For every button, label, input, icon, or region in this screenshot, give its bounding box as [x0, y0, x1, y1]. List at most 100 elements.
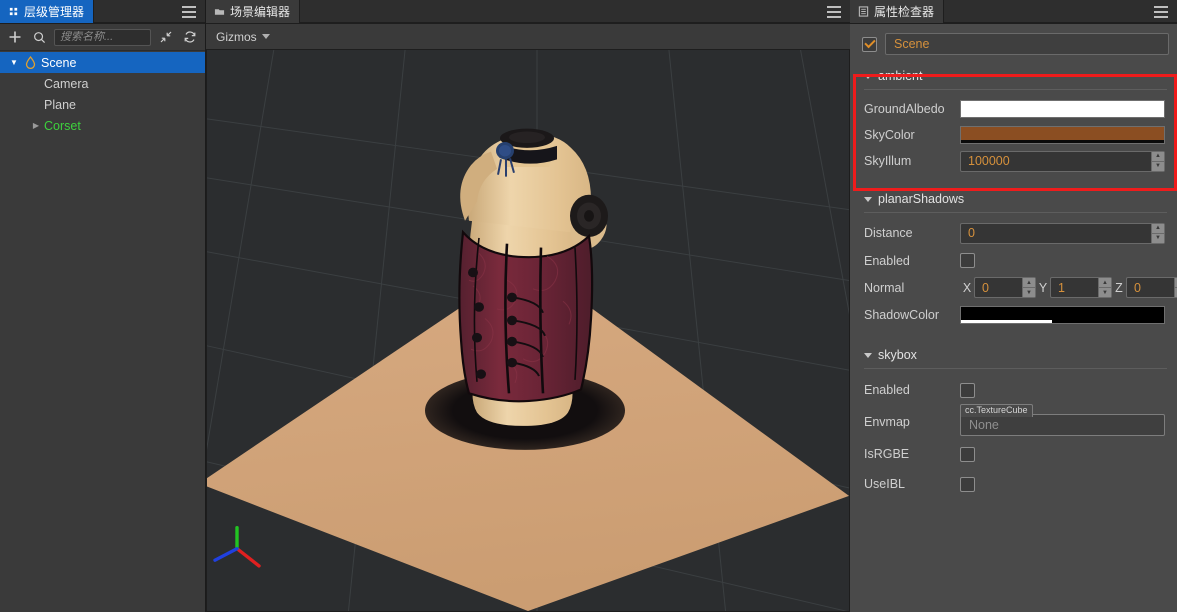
- node-enabled-checkbox[interactable]: [862, 36, 877, 52]
- tab-hierarchy[interactable]: 层级管理器: [0, 0, 95, 23]
- property-label: Normal: [864, 280, 905, 295]
- divider: [864, 89, 1167, 90]
- stepper-down-icon[interactable]: ▼: [1152, 162, 1164, 171]
- inspector-panel: 属性检查器 Scene ambient GroundAlbedo SkyColo…: [850, 0, 1177, 612]
- tree-item-corset[interactable]: ▶ Corset: [0, 115, 205, 136]
- node-name-input[interactable]: Scene: [885, 33, 1169, 55]
- chevron-down-icon: [864, 73, 872, 79]
- tab-scene-editor[interactable]: 场景编辑器: [206, 0, 301, 23]
- property-label: ShadowColor: [864, 308, 940, 322]
- sky-color-swatch[interactable]: [960, 126, 1165, 144]
- collapse-all-icon[interactable]: [157, 28, 175, 46]
- property-label: Enabled: [864, 383, 910, 397]
- property-sky-color: SkyColor: [862, 122, 1173, 148]
- tree-item-label: Plane: [44, 97, 76, 112]
- section-ambient-header[interactable]: ambient: [862, 64, 1173, 88]
- property-shadow-color: ShadowColor: [862, 301, 1173, 329]
- chevron-down-icon: [864, 196, 872, 202]
- search-input[interactable]: [60, 31, 145, 43]
- tab-inspector[interactable]: 属性检查器: [850, 0, 945, 23]
- sky-illum-value: 100000: [968, 154, 1010, 168]
- section-skybox: skybox Enabled Envmap cc.TextureCube Non…: [850, 343, 1177, 499]
- shadows-enabled-checkbox[interactable]: [960, 253, 975, 268]
- envmap-type-tag: cc.TextureCube: [960, 403, 1033, 417]
- hierarchy-tabbar: 层级管理器: [0, 0, 205, 24]
- envmap-asset-field[interactable]: cc.TextureCube None: [960, 403, 1165, 436]
- divider: [864, 368, 1167, 369]
- property-label: Enabled: [864, 253, 910, 268]
- gizmos-dropdown[interactable]: Gizmos: [216, 30, 270, 44]
- distance-input[interactable]: 0 ▲ ▼: [960, 222, 1165, 244]
- viewport-toolbar: Gizmos: [206, 24, 850, 50]
- scene-menu-icon[interactable]: [818, 0, 850, 23]
- stepper-up-icon[interactable]: ▲: [1152, 152, 1164, 162]
- tree-item-label: Corset: [44, 118, 81, 133]
- node-header: Scene: [850, 24, 1177, 55]
- normal-z-input[interactable]: 0 ▲ ▼: [1126, 277, 1177, 298]
- search-input-wrapper[interactable]: [54, 28, 151, 46]
- scene-droplet-icon: [22, 56, 38, 69]
- property-distance: Distance 0 ▲ ▼: [862, 219, 1173, 247]
- stepper-down-icon[interactable]: ▼: [1099, 288, 1111, 297]
- inspector-tabbar-empty: [944, 0, 1177, 23]
- is-rgbe-checkbox[interactable]: [960, 446, 975, 462]
- property-skybox-enabled: Enabled: [862, 375, 1173, 405]
- normal-y-stepper[interactable]: ▲ ▼: [1098, 278, 1111, 297]
- stepper-down-icon[interactable]: ▼: [1023, 288, 1035, 297]
- hierarchy-tree: ▼ Scene Camera Plane ▶ Corset: [0, 51, 205, 612]
- property-shadows-enabled: Enabled: [862, 247, 1173, 274]
- section-planar-shadows-header[interactable]: planarShadows: [862, 187, 1173, 211]
- property-label: UseIBL: [864, 477, 905, 491]
- editor-window: 层级管理器 搜索名称... ▼ Scene Camera Plane ▶ Cor…: [0, 0, 1177, 612]
- tree-item-scene[interactable]: ▼ Scene: [0, 52, 205, 73]
- ground-albedo-color-swatch[interactable]: [960, 100, 1165, 118]
- scene-viewport[interactable]: [206, 50, 850, 612]
- normal-x-value: 0: [982, 280, 989, 295]
- chevron-down-icon[interactable]: ▼: [6, 58, 22, 67]
- shadow-color-swatch[interactable]: [960, 306, 1165, 324]
- normal-x-axis-label: X: [962, 280, 972, 295]
- gizmos-label: Gizmos: [216, 29, 257, 44]
- property-ground-albedo: GroundAlbedo: [862, 96, 1173, 122]
- use-ibl-checkbox[interactable]: [960, 476, 975, 492]
- stepper-down-icon[interactable]: ▼: [1152, 234, 1164, 243]
- skybox-enabled-checkbox[interactable]: [960, 382, 975, 398]
- section-planar-shadows: planarShadows Distance 0 ▲ ▼ Enabled Nor…: [850, 187, 1177, 329]
- section-ambient: ambient GroundAlbedo SkyColor SkyIllum 1…: [850, 64, 1177, 174]
- chevron-right-icon[interactable]: ▶: [28, 121, 44, 130]
- normal-z-value: 0: [1134, 280, 1141, 295]
- normal-x-stepper[interactable]: ▲ ▼: [1022, 278, 1035, 297]
- property-sky-illum: SkyIllum 100000 ▲ ▼: [862, 148, 1173, 174]
- property-label: IsRGBE: [864, 447, 910, 461]
- section-skybox-title: skybox: [878, 348, 917, 362]
- tree-item-plane[interactable]: Plane: [0, 94, 205, 115]
- stepper-up-icon[interactable]: ▲: [1099, 278, 1111, 288]
- tree-item-camera[interactable]: Camera: [0, 73, 205, 94]
- stepper-up-icon[interactable]: ▲: [1023, 278, 1035, 288]
- divider: [864, 212, 1167, 213]
- sky-illum-input[interactable]: 100000 ▲ ▼: [960, 150, 1165, 172]
- normal-y-input[interactable]: 1 ▲ ▼: [1050, 277, 1112, 298]
- scene-tabbar: 场景编辑器: [206, 0, 850, 24]
- hierarchy-menu-icon[interactable]: [173, 0, 205, 23]
- normal-y-axis-label: Y: [1038, 280, 1048, 295]
- envmap-asset-box[interactable]: None: [960, 413, 1165, 436]
- property-label: SkyIllum: [864, 154, 912, 168]
- section-skybox-header[interactable]: skybox: [862, 343, 1173, 367]
- property-normal: Normal X 0 ▲ ▼ Y 1 ▲ ▼ Z 0: [862, 274, 1177, 301]
- distance-value: 0: [968, 226, 975, 240]
- normal-x-input[interactable]: 0 ▲ ▼: [974, 277, 1036, 298]
- distance-stepper[interactable]: ▲ ▼: [1151, 223, 1164, 243]
- envmap-value: None: [969, 417, 999, 432]
- search-icon[interactable]: [30, 28, 48, 46]
- sky-illum-stepper[interactable]: ▲ ▼: [1151, 151, 1164, 171]
- inspector-menu-icon[interactable]: [1145, 0, 1177, 23]
- property-use-ibl: UseIBL: [862, 469, 1173, 499]
- add-node-button[interactable]: [6, 28, 24, 46]
- refresh-icon[interactable]: [181, 28, 199, 46]
- normal-z-axis-label: Z: [1115, 280, 1123, 295]
- section-planar-shadows-title: planarShadows: [878, 192, 965, 206]
- tab-inspector-label: 属性检查器: [874, 5, 935, 19]
- stepper-up-icon[interactable]: ▲: [1152, 224, 1164, 234]
- alpha-bar: [961, 114, 1164, 117]
